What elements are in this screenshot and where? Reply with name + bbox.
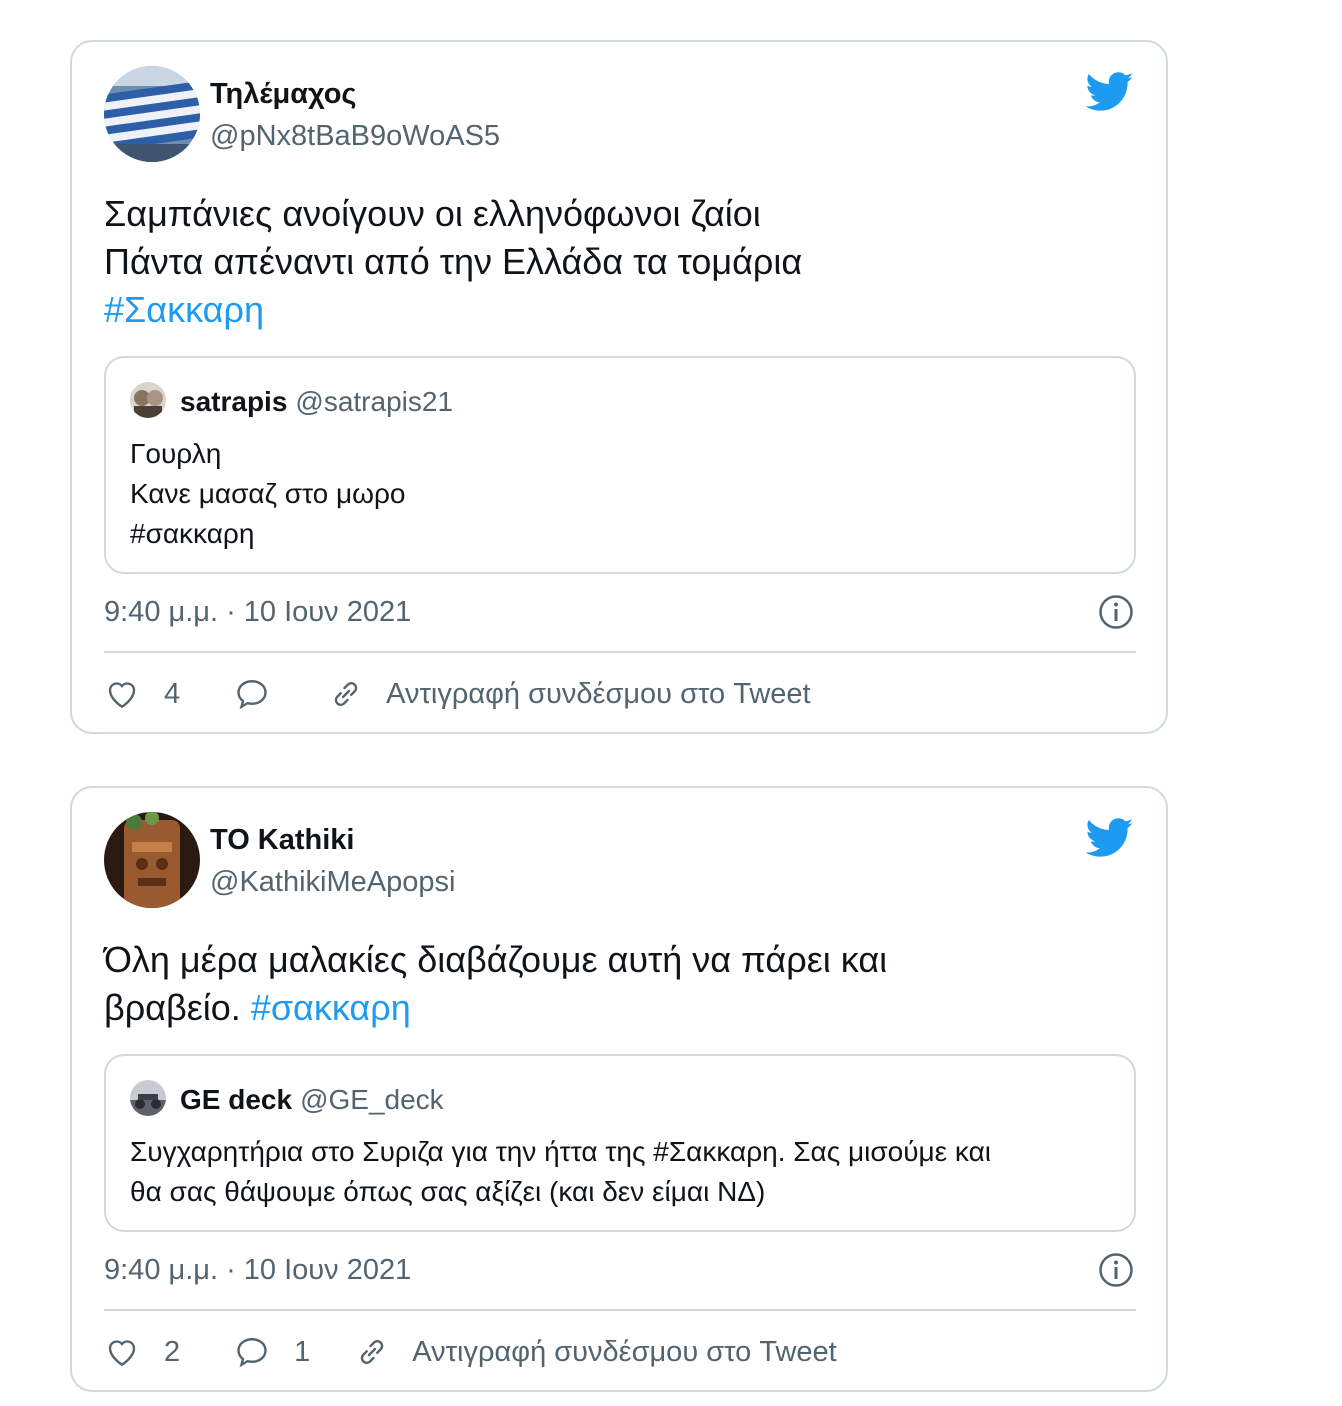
twitter-bird-icon[interactable] — [1085, 818, 1134, 858]
quoted-handle: @GE_deck — [300, 1084, 444, 1115]
like-count: 4 — [164, 677, 181, 710]
copy-link-button[interactable]: Αντιγραφή συνδέσμου στο Tweet — [354, 1334, 837, 1370]
timestamp[interactable]: 9:40 μ.μ. · 10 Ιουν 2021 — [104, 596, 411, 629]
quoted-text-line: Γουρλη — [130, 438, 222, 469]
reply-button[interactable] — [234, 676, 270, 712]
twitter-bird-icon[interactable] — [1085, 72, 1134, 112]
quoted-avatar — [130, 382, 166, 418]
like-count: 2 — [164, 1335, 181, 1368]
copy-link-label: Αντιγραφή συνδέσμου στο Tweet — [412, 1335, 837, 1368]
action-bar: 4 Αντιγραφή συνδέσμου στο Tweet — [104, 672, 811, 716]
quoted-tweet[interactable]: satrapis @satrapis21 Γουρλη Κανε μασαζ στ… — [104, 356, 1136, 574]
quoted-text: Συγχαρητήρια στο Συριζα για την ήττα της… — [130, 1132, 991, 1212]
timestamp[interactable]: 9:40 μ.μ. · 10 Ιουν 2021 — [104, 1254, 411, 1287]
like-button[interactable]: 4 — [104, 676, 180, 712]
author-handle[interactable]: @pNx8tBaB9oWoAS5 — [210, 120, 500, 153]
tweet-text-line: Πάντα απέναντι από την Ελλάδα τα τομάρια — [104, 241, 803, 282]
quoted-text-line: #σακκαρη — [130, 518, 255, 549]
like-button[interactable]: 2 — [104, 1334, 180, 1370]
quoted-text: Γουρλη Κανε μασαζ στο μωρο #σακκαρη — [130, 434, 406, 554]
quoted-name: satrapis — [180, 386, 288, 417]
quoted-text-line: θα σας θάψουμε όπως σας αξίζει (και δεν … — [130, 1176, 766, 1207]
info-icon[interactable] — [1098, 1252, 1134, 1288]
reply-button[interactable]: 1 — [234, 1334, 310, 1370]
reply-count: 1 — [294, 1335, 311, 1368]
quoted-name: GE deck — [180, 1084, 293, 1115]
tweet-card[interactable]: TO Kathiki @KathikiMeApopsi Όλη μέρα μαλ… — [70, 786, 1168, 1392]
tweet-text-line: Όλη μέρα μαλακίες διαβάζουμε αυτή να πάρ… — [104, 939, 888, 980]
link-icon — [334, 682, 358, 706]
author-name[interactable]: TO Kathiki — [210, 824, 355, 857]
divider — [104, 651, 1136, 653]
quoted-handle: @satrapis21 — [295, 386, 454, 417]
reply-bubble-icon — [237, 680, 267, 710]
divider — [104, 1309, 1136, 1311]
heart-icon — [108, 1340, 136, 1367]
quoted-author: GE deck @GE_deck — [180, 1084, 444, 1116]
action-bar: 2 1 Αντιγραφή συνδέσμου στο Tweet — [104, 1330, 837, 1374]
quoted-author: satrapis @satrapis21 — [180, 386, 453, 418]
quoted-avatar — [130, 1080, 166, 1116]
link-icon — [361, 1340, 384, 1364]
copy-link-label: Αντιγραφή συνδέσμου στο Tweet — [386, 677, 811, 710]
info-icon[interactable] — [1098, 594, 1134, 630]
avatar[interactable] — [104, 812, 200, 908]
tweet-text: Σαμπάνιες ανοίγουν οι ελληνόφωνοι ζαίοι … — [104, 190, 802, 334]
heart-icon — [108, 682, 136, 709]
avatar[interactable] — [104, 66, 200, 162]
hashtag-link[interactable]: #σακκαρη — [251, 987, 411, 1028]
tweet-text-line: Σαμπάνιες ανοίγουν οι ελληνόφωνοι ζαίοι — [104, 193, 761, 234]
quoted-text-line: Συγχαρητήρια στο Συριζα για την ήττα της… — [130, 1136, 991, 1167]
tweet-text-line: βραβείο. — [104, 987, 241, 1028]
quoted-tweet[interactable]: GE deck @GE_deck Συγχαρητήρια στο Συριζα … — [104, 1054, 1136, 1232]
copy-link-button[interactable]: Αντιγραφή συνδέσμου στο Tweet — [328, 676, 811, 712]
hashtag-link[interactable]: #Σακκαρη — [104, 286, 802, 334]
tweet-text: Όλη μέρα μαλακίες διαβάζουμε αυτή να πάρ… — [104, 936, 887, 1032]
author-handle[interactable]: @KathikiMeApopsi — [210, 866, 455, 899]
reply-bubble-icon — [237, 1338, 267, 1368]
tweet-card[interactable]: Τηλέμαχος @pNx8tBaB9oWoAS5 Σαμπάνιες ανο… — [70, 40, 1168, 734]
quoted-text-line: Κανε μασαζ στο μωρο — [130, 478, 406, 509]
author-name[interactable]: Τηλέμαχος — [210, 78, 357, 111]
